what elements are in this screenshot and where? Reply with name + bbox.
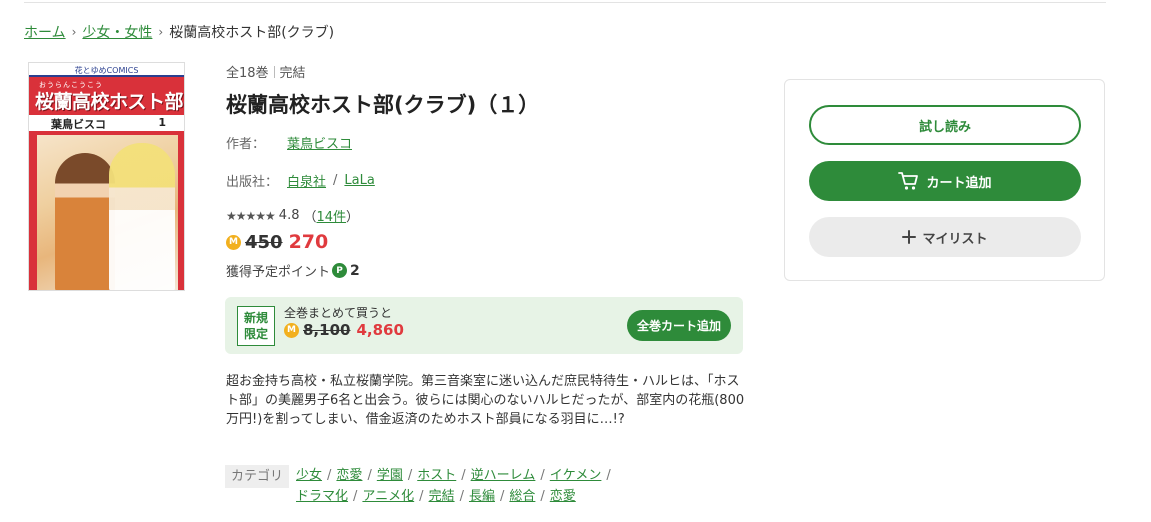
bulk-prices: M 8,100 4,860 xyxy=(284,321,404,339)
points-label: 獲得予定ポイント xyxy=(226,265,331,280)
review-paren-open: （ xyxy=(303,210,317,225)
points-value: 2 xyxy=(350,262,360,279)
price: M 450 270 xyxy=(226,231,328,253)
author-link[interactable]: 葉鳥ビスコ xyxy=(287,133,352,152)
review-paren-close: ） xyxy=(346,210,360,225)
category-link[interactable]: アニメ化 xyxy=(362,489,414,504)
badge-line-2: 限定 xyxy=(243,327,268,341)
cart-icon xyxy=(898,171,920,191)
reward-points: 獲得予定ポイント P 2 xyxy=(226,261,360,281)
category-link[interactable]: 総合 xyxy=(509,489,535,504)
badge-line-1: 新規 xyxy=(243,311,268,325)
try-reading-button[interactable]: 試し読み xyxy=(809,105,1081,145)
category-link[interactable]: ホスト xyxy=(417,468,456,483)
rating-score: 4.8 xyxy=(278,208,300,223)
review-count-link[interactable]: 14件 xyxy=(317,206,347,225)
breadcrumb-category-link[interactable]: 少女・女性 xyxy=(82,22,152,42)
synopsis: 超お金持ち高校・私立桜蘭学院。第三音楽室に迷い込んだ庶民特待生・ハルヒは、「ホス… xyxy=(226,374,745,427)
category-link[interactable]: 逆ハーレム xyxy=(471,468,536,483)
category-link[interactable]: 恋愛 xyxy=(550,489,576,504)
coin-icon: M xyxy=(284,322,299,338)
cover-figure-right xyxy=(109,143,175,290)
points-icon: P xyxy=(332,263,348,278)
category-link[interactable]: イケメン xyxy=(550,468,602,483)
category-link[interactable]: 少女 xyxy=(296,468,322,483)
page-title: 桜蘭高校ホスト部(クラブ)（１） xyxy=(226,93,540,117)
category-link[interactable]: ドラマ化 xyxy=(296,489,348,504)
publisher-row: 出版社： 白泉社 / LaLa xyxy=(226,171,375,190)
breadcrumb-current: 桜蘭高校ホスト部(クラブ) xyxy=(169,25,335,41)
breadcrumb: ホーム › 少女・女性 › 桜蘭高校ホスト部(クラブ) xyxy=(24,22,334,42)
bulk-purchase-box: 新規 限定 全巻まとめて買うと M 8,100 4,860 全巻カート追加 xyxy=(225,297,743,354)
category-link[interactable]: 学園 xyxy=(377,468,403,483)
add-all-to-cart-button[interactable]: 全巻カート追加 xyxy=(626,310,731,341)
volume-meta: 全18巻 完結 xyxy=(226,62,306,81)
add-to-cart-button[interactable]: カート追加 xyxy=(809,161,1081,201)
category-link[interactable]: 完結 xyxy=(429,489,455,504)
category-tags: カテゴリ 少女 / 恋愛 / 学園 / ホスト / 逆ハーレム / イケメン / ドラマ化 / アニメ化 / 完… xyxy=(225,465,670,507)
coin-icon: M xyxy=(226,234,241,250)
my-list-button[interactable]: マイリスト xyxy=(809,217,1081,257)
category-links: 少女 / 恋愛 / 学園 / ホスト / 逆ハーレム / イケメン / ドラマ化 / アニメ化 / 完結 / 長編 /… xyxy=(296,468,611,504)
category-link[interactable]: 恋愛 xyxy=(336,468,362,483)
original-price: 450 xyxy=(245,231,283,253)
cover-figure-left xyxy=(55,153,115,290)
add-to-cart-label: カート追加 xyxy=(926,175,992,191)
chevron-right-icon: › xyxy=(158,25,164,39)
breadcrumb-home-link[interactable]: ホーム xyxy=(24,22,66,42)
book-cover-image[interactable]: 花とゆめCOMICS おうらんこうこう 桜蘭高校ホスト部 葉鳥ビスコ 1 xyxy=(28,62,185,291)
bulk-sale-price: 4,860 xyxy=(356,321,404,339)
star-rating-icon: ★★★★★ xyxy=(226,208,276,223)
completion-status: 完結 xyxy=(279,66,306,81)
sale-price: 270 xyxy=(288,231,329,253)
cover-publisher-label: 花とゆめCOMICS xyxy=(74,66,139,75)
meta-divider xyxy=(273,65,275,78)
chevron-right-icon: › xyxy=(71,25,77,39)
bulk-lead-text: 全巻まとめて買うと xyxy=(284,306,393,320)
category-label: カテゴリ xyxy=(225,465,290,488)
top-divider xyxy=(24,2,1106,3)
publisher-link[interactable]: 白泉社 xyxy=(287,171,326,190)
purchase-panel: 試し読み カート追加 マイリスト xyxy=(784,79,1105,281)
separator: / xyxy=(333,173,338,188)
rating: ★★★★★ 4.8 （ 14件 ） xyxy=(226,206,359,225)
volume-count: 全18巻 xyxy=(226,66,269,81)
my-list-label: マイリスト xyxy=(922,231,988,247)
plus-icon xyxy=(902,230,917,244)
category-link[interactable]: 長編 xyxy=(469,489,495,504)
publisher-label: 出版社： xyxy=(226,175,279,190)
cover-illustration xyxy=(37,135,178,290)
cover-title: 桜蘭高校ホスト部 xyxy=(35,91,184,113)
author-row: 作者： 葉鳥ビスコ xyxy=(226,133,352,152)
cover-author: 葉鳥ビスコ xyxy=(51,118,106,131)
label-link[interactable]: LaLa xyxy=(344,173,374,188)
author-label: 作者： xyxy=(226,137,266,152)
cover-volume: 1 xyxy=(158,116,166,129)
try-reading-label: 試し読み xyxy=(918,119,971,135)
new-limited-badge: 新規 限定 xyxy=(237,306,275,346)
bulk-original-price: 8,100 xyxy=(303,321,351,339)
